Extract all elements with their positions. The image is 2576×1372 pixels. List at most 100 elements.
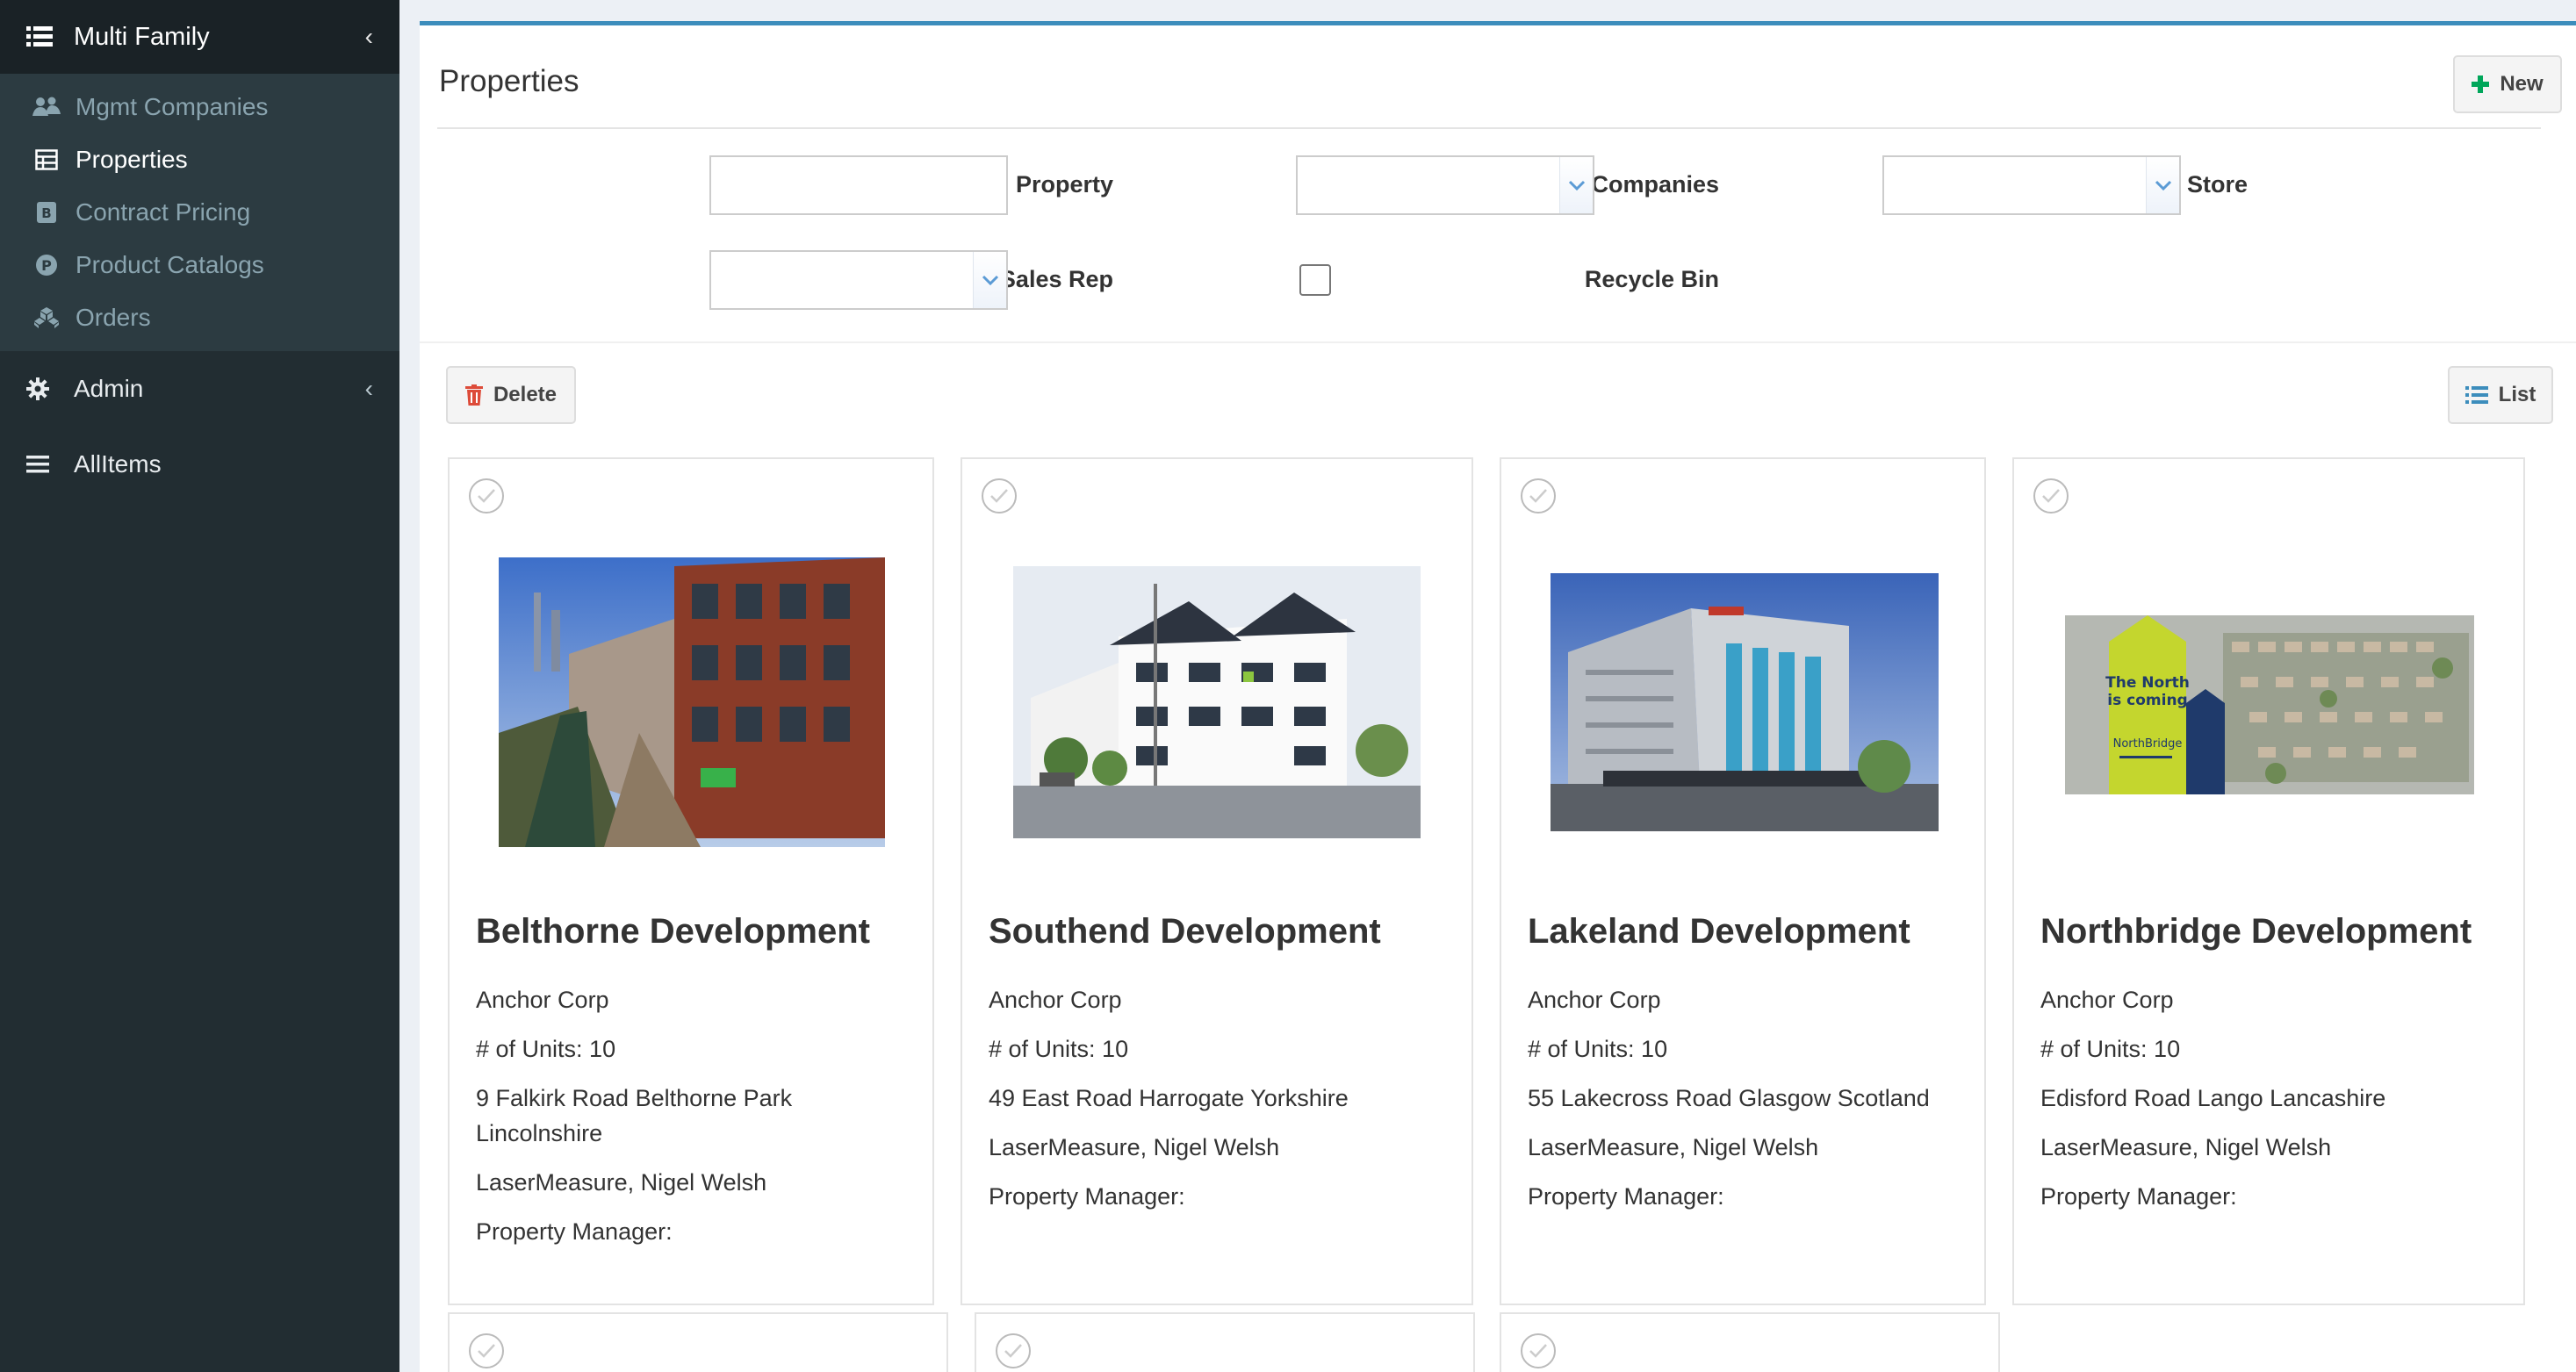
cubes-icon	[32, 306, 61, 329]
property-company: Anchor Corp	[2040, 987, 2174, 1013]
property-units: # of Units: 10	[989, 1036, 1129, 1062]
select-checkmark-icon[interactable]	[469, 478, 504, 514]
select-checkmark-icon[interactable]	[469, 1333, 504, 1368]
delete-button[interactable]: Delete	[446, 366, 576, 424]
sidebar-submenu: Mgmt Companies Properties B Contract Pri…	[0, 75, 399, 351]
table-icon	[32, 149, 61, 170]
property-address: 49 East Road Harrogate Yorkshire	[989, 1085, 1349, 1111]
product-icon: P	[32, 254, 61, 277]
svg-text:B: B	[41, 205, 51, 221]
property-card[interactable]: Belthorne Development Anchor Corp # of U…	[448, 457, 934, 1305]
property-card[interactable]: Southend Development Anchor Corp # of Un…	[961, 457, 1473, 1305]
chevron-down-icon[interactable]	[973, 252, 1006, 308]
filter-divider	[420, 341, 2576, 343]
property-company: Anchor Corp	[476, 987, 609, 1013]
property-card[interactable]: Lakeland Development Anchor Corp # of Un…	[1500, 457, 1986, 1305]
property-card[interactable]	[448, 1312, 948, 1372]
store-select[interactable]	[1882, 155, 2181, 215]
sidebar-item-admin[interactable]: Admin ‹	[0, 351, 399, 427]
select-checkmark-icon[interactable]	[2033, 478, 2069, 514]
sidebar-item-label: Mgmt Companies	[76, 93, 269, 120]
select-checkmark-icon[interactable]	[982, 478, 1017, 514]
sidebar-item-label: Contract Pricing	[76, 198, 251, 226]
property-details: Anchor Corp # of Units: 10 55 Lakecross …	[1528, 982, 1963, 1228]
recycle-bin-checkbox[interactable]	[1299, 264, 1331, 296]
new-button[interactable]: New	[2453, 55, 2562, 113]
property-card[interactable]	[975, 1312, 1475, 1372]
sales-rep-select[interactable]	[709, 250, 1008, 310]
users-icon	[32, 97, 61, 118]
property-units: # of Units: 10	[2040, 1036, 2181, 1062]
svg-text:P: P	[41, 257, 52, 274]
chevron-left-icon[interactable]: ‹	[365, 375, 373, 403]
property-card[interactable]: The North is coming NorthBridge Northbri…	[2012, 457, 2525, 1305]
property-manager: Property Manager:	[2040, 1183, 2237, 1210]
property-photo	[1013, 566, 1421, 838]
list-icon	[26, 25, 56, 48]
property-address: 55 Lakecross Road Glasgow Scotland	[1528, 1085, 1930, 1111]
delete-button-label: Delete	[493, 383, 558, 406]
sidebar-item-orders[interactable]: Orders	[0, 291, 399, 344]
property-title[interactable]: Belthorne Development	[476, 912, 906, 952]
property-details: Anchor Corp # of Units: 10 49 East Road …	[989, 982, 1450, 1228]
property-title[interactable]: Lakeland Development	[1528, 912, 1958, 952]
property-details: Anchor Corp # of Units: 10 9 Falkirk Roa…	[476, 982, 911, 1263]
gear-icon	[26, 377, 56, 400]
new-button-label: New	[2500, 72, 2544, 96]
list-icon	[2464, 385, 2488, 405]
property-contacts: LaserMeasure, Nigel Welsh	[989, 1134, 1280, 1160]
properties-panel: Properties New Property Mgmt Companies S…	[420, 21, 2576, 1372]
property-address: 9 Falkirk Road Belthorne Park Lincolnshi…	[476, 1085, 793, 1146]
page-title: Properties	[439, 64, 579, 98]
sidebar-item-mgmt-companies[interactable]: Mgmt Companies	[0, 81, 399, 133]
select-checkmark-icon[interactable]	[996, 1333, 1031, 1368]
property-card[interactable]	[1500, 1312, 2000, 1372]
list-view-button-label: List	[2498, 383, 2536, 406]
property-manager: Property Manager:	[476, 1218, 673, 1245]
property-company: Anchor Corp	[1528, 987, 1661, 1013]
property-title[interactable]: Northbridge Development	[2040, 912, 2497, 952]
sidebar-item-label: AllItems	[74, 450, 162, 478]
property-details: Anchor Corp # of Units: 10 Edisford Road…	[2040, 982, 2502, 1228]
property-photo	[499, 557, 885, 847]
sidebar-item-label: Product Catalogs	[76, 251, 264, 278]
chevron-down-icon[interactable]	[2146, 157, 2179, 213]
sidebar-header-multi-family[interactable]: Multi Family ‹	[0, 0, 399, 75]
poster-brand: NorthBridge	[2113, 737, 2183, 751]
sidebar: Multi Family ‹ Mgmt Companies Properties…	[0, 0, 399, 1372]
mgmt-companies-select[interactable]	[1296, 155, 1594, 215]
property-contacts: LaserMeasure, Nigel Welsh	[476, 1169, 767, 1196]
select-checkmark-icon[interactable]	[1521, 1333, 1556, 1368]
property-company: Anchor Corp	[989, 987, 1122, 1013]
property-photo	[1551, 573, 1939, 831]
property-address: Edisford Road Lango Lancashire	[2040, 1085, 2386, 1111]
property-manager: Property Manager:	[1528, 1183, 1724, 1210]
recycle-bin-label: Recycle Bin	[1584, 266, 1719, 292]
pricing-icon: B	[32, 201, 61, 224]
sidebar-item-label: Admin	[74, 375, 144, 402]
property-contacts: LaserMeasure, Nigel Welsh	[1528, 1134, 1819, 1160]
bars-icon	[26, 455, 56, 474]
sidebar-item-contract-pricing[interactable]: B Contract Pricing	[0, 186, 399, 239]
plus-icon	[2472, 75, 2490, 93]
property-contacts: LaserMeasure, Nigel Welsh	[2040, 1134, 2332, 1160]
sidebar-item-product-catalogs[interactable]: P Product Catalogs	[0, 239, 399, 291]
sidebar-header-label: Multi Family	[74, 22, 210, 51]
trash-icon	[464, 384, 483, 406]
poster-text-line1: The North	[2105, 674, 2190, 692]
select-checkmark-icon[interactable]	[1521, 478, 1556, 514]
sidebar-item-allitems[interactable]: AllItems	[0, 427, 399, 502]
sidebar-item-properties[interactable]: Properties	[0, 133, 399, 186]
property-manager: Property Manager:	[989, 1183, 1185, 1210]
sidebar-item-label: Orders	[76, 304, 151, 331]
property-input[interactable]	[709, 155, 1008, 215]
list-view-button[interactable]: List	[2448, 366, 2553, 424]
property-title[interactable]: Southend Development	[989, 912, 1445, 952]
property-units: # of Units: 10	[476, 1036, 616, 1062]
property-photo: The North is coming NorthBridge	[2065, 615, 2474, 794]
poster-text-line2: is coming	[2107, 692, 2187, 709]
property-units: # of Units: 10	[1528, 1036, 1668, 1062]
chevron-left-icon[interactable]: ‹	[365, 23, 373, 51]
chevron-down-icon[interactable]	[1559, 157, 1593, 213]
panel-header: Properties	[437, 25, 2541, 129]
